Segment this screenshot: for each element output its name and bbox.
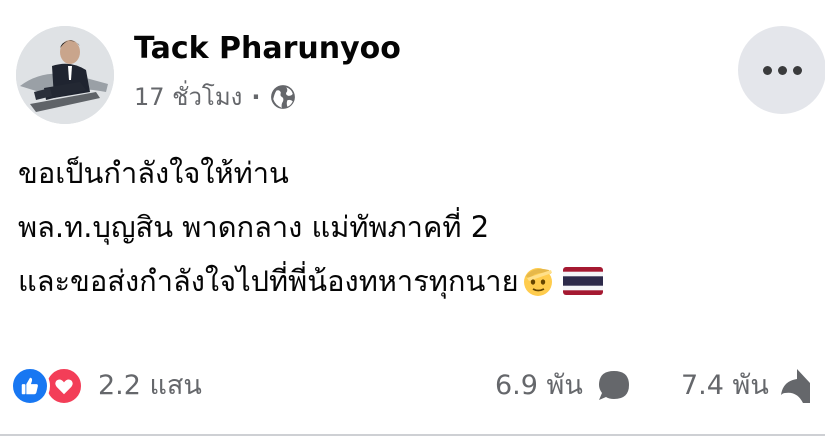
message-text: และขอส่งกำลังใจไปที่พี่น้องทหารทุกนาย (18, 264, 519, 298)
avatar-photo (16, 26, 114, 124)
message-text: พล.ท.บุญสิน พาดกลาง แม่ทัพภาคที่ 2 (18, 210, 490, 244)
comments-count-link[interactable]: 6.9 พัน (495, 366, 633, 406)
message-text: ขอเป็นกำลังใจให้ท่าน (18, 156, 289, 190)
more-horizontal-icon (762, 65, 802, 75)
avatar[interactable] (16, 26, 114, 124)
author-name[interactable]: Tack Pharunyoo (134, 30, 401, 68)
love-icon (44, 366, 84, 406)
post-message: ขอเป็นกำลังใจให้ท่าน พล.ท.บุญสิน พาดกลาง… (18, 146, 603, 308)
post-stats-bar: 2.2 แสน 6.9 พัน 7.4 พัน (0, 360, 825, 420)
message-line: และขอส่งกำลังใจไปที่พี่น้องทหารทุกนาย (18, 254, 603, 308)
facebook-post: Tack Pharunyoo 17 ชั่วโมง · ขอเป็นกำลังใ… (0, 0, 825, 438)
reactions-count: 2.2 แสน (98, 370, 202, 401)
shares-count: 7.4 พัน (681, 370, 769, 401)
share-icon (779, 367, 811, 405)
like-icon (10, 366, 50, 406)
message-line: พล.ท.บุญสิน พาดกลาง แม่ทัพภาคที่ 2 (18, 200, 603, 254)
meta-separator: · (251, 83, 261, 111)
post-meta: 17 ชั่วโมง · (134, 82, 296, 112)
comments-count: 6.9 พัน (495, 370, 583, 401)
globe-icon[interactable] (270, 84, 296, 110)
thailand-flag-emoji (562, 267, 603, 295)
saluting-face-emoji (521, 264, 555, 298)
divider (0, 434, 825, 436)
more-options-button[interactable] (738, 26, 825, 114)
message-line: ขอเป็นกำลังใจให้ท่าน (18, 146, 603, 200)
shares-count-link[interactable]: 7.4 พัน (681, 366, 811, 406)
post-timestamp[interactable]: 17 ชั่วโมง (134, 82, 242, 112)
comment-icon (595, 367, 633, 405)
reactions-summary[interactable]: 2.2 แสน (10, 366, 202, 406)
